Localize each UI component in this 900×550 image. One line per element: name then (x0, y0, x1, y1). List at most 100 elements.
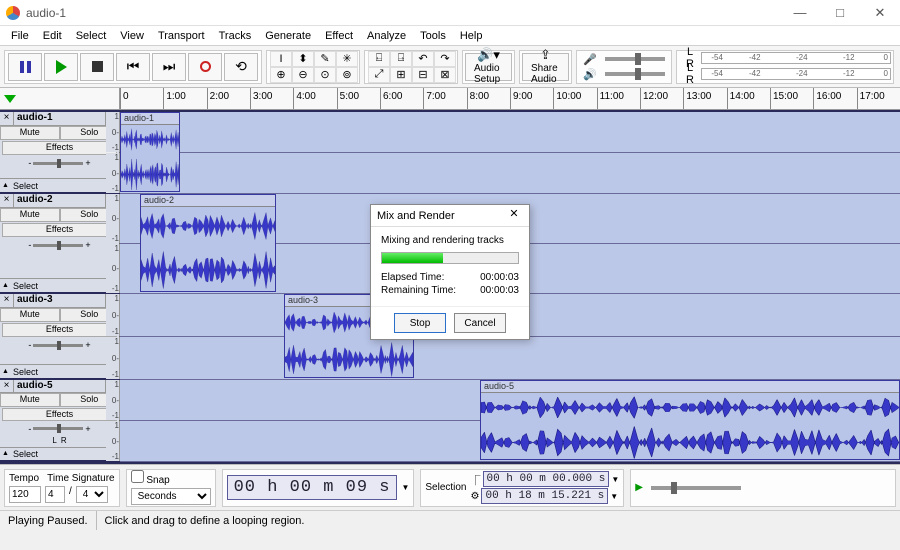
selection-tool-icon[interactable]: I (270, 51, 292, 67)
track-name[interactable]: audio-3 (14, 294, 105, 307)
stop-button[interactable] (80, 53, 114, 81)
track-select-button[interactable]: Select (0, 178, 119, 192)
trim-icon[interactable]: ⍇ (368, 51, 390, 67)
menu-edit[interactable]: Edit (36, 28, 69, 44)
mute-button[interactable]: Mute (0, 308, 60, 322)
mute-button[interactable]: Mute (0, 393, 60, 406)
play-speed-slider[interactable] (651, 486, 741, 490)
menu-transport[interactable]: Transport (151, 28, 212, 44)
mix-render-dialog: Mix and Render ✕ Mixing and rendering tr… (370, 204, 530, 340)
clip-label[interactable]: audio-5 (481, 381, 899, 393)
snap-checkbox[interactable] (131, 470, 144, 483)
tool3-icon[interactable]: ⊟ (412, 67, 434, 83)
snap-unit-select[interactable]: Seconds (131, 488, 211, 505)
close-button[interactable]: ✕ (860, 0, 900, 26)
menu-tools[interactable]: Tools (413, 28, 453, 44)
tool4-icon[interactable]: ⊠ (434, 67, 456, 83)
audio-clip[interactable]: audio-2 (140, 194, 276, 292)
mic-icon[interactable]: 🎤 (579, 53, 601, 66)
track-close-button[interactable]: × (0, 380, 14, 392)
clip-label[interactable]: audio-2 (141, 195, 275, 207)
tempo-input[interactable] (9, 486, 41, 503)
pause-button[interactable] (8, 53, 42, 81)
mute-button[interactable]: Mute (0, 126, 60, 140)
track-name[interactable]: audio-5 (14, 380, 105, 392)
menu-help[interactable]: Help (453, 28, 490, 44)
share-audio-button[interactable]: ⇪Share Audio (522, 53, 569, 81)
mute-button[interactable]: Mute (0, 208, 60, 222)
selection-end-display[interactable]: 00 h 18 m 15.221 s (481, 488, 608, 504)
clip-label[interactable]: audio-1 (121, 113, 179, 125)
elapsed-label: Elapsed Time: (381, 272, 444, 283)
dialog-cancel-button[interactable]: Cancel (454, 313, 506, 333)
record-volume-slider[interactable] (605, 57, 665, 61)
menu-tracks[interactable]: Tracks (212, 28, 259, 44)
selection-start-display[interactable]: 00 h 00 m 00.000 s (483, 471, 610, 487)
ruler-tick: 5:00 (337, 88, 359, 109)
sel-end-icon: ⚙ (471, 491, 480, 502)
track-close-button[interactable]: × (0, 112, 14, 125)
dialog-stop-button[interactable]: Stop (394, 313, 446, 333)
waveform (141, 245, 275, 295)
tool2-icon[interactable]: ⊞ (390, 67, 412, 83)
dialog-close-button[interactable]: ✕ (505, 207, 523, 225)
gain-slider[interactable] (33, 427, 83, 430)
record-button[interactable] (188, 53, 222, 81)
zoom-toggle-icon[interactable]: ⤢ (368, 67, 390, 83)
menu-view[interactable]: View (113, 28, 151, 44)
gain-slider[interactable] (33, 344, 83, 347)
maximize-button[interactable]: □ (820, 0, 860, 26)
record-meter[interactable]: -54-42-24-120 (701, 52, 891, 64)
audio-setup-button[interactable]: 🔊▾Audio Setup (465, 53, 512, 81)
timesig-den-select[interactable]: 4 (76, 486, 108, 503)
window-title: audio-1 (26, 6, 780, 20)
skip-start-button[interactable]: ⏮ (116, 53, 150, 81)
multi-tool-icon[interactable]: ✳ (336, 51, 358, 67)
effects-button[interactable]: Effects (2, 408, 117, 421)
track-waveform-area[interactable]: 10--110--1audio-1 (120, 112, 900, 192)
track-name[interactable]: audio-1 (14, 112, 105, 125)
menu-effect[interactable]: Effect (318, 28, 360, 44)
envelope-tool-icon[interactable]: ⬍ (292, 51, 314, 67)
minimize-button[interactable]: — (780, 0, 820, 26)
draw-tool-icon[interactable]: ✎ (314, 51, 336, 67)
fit-project-icon[interactable]: ⊚ (336, 67, 358, 83)
play-at-speed-icon[interactable]: ▶ (635, 482, 643, 493)
menu-generate[interactable]: Generate (258, 28, 318, 44)
effects-button[interactable]: Effects (2, 323, 117, 337)
fit-selection-icon[interactable]: ⊙ (314, 67, 336, 83)
menu-file[interactable]: File (4, 28, 36, 44)
undo-icon[interactable]: ↶ (412, 51, 434, 67)
audio-clip[interactable]: audio-1 (120, 112, 180, 192)
ruler-tick: 6:00 (380, 88, 402, 109)
track-channel: 10--1 (120, 112, 900, 153)
playback-meter[interactable]: -54-42-24-120 (701, 68, 891, 80)
menu-select[interactable]: Select (69, 28, 114, 44)
track-close-button[interactable]: × (0, 294, 14, 307)
track-select-button[interactable]: Select (0, 278, 119, 292)
effects-button[interactable]: Effects (2, 141, 117, 155)
redo-icon[interactable]: ↷ (434, 51, 456, 67)
silence-icon[interactable]: ⍈ (390, 51, 412, 67)
menu-analyze[interactable]: Analyze (360, 28, 413, 44)
speaker-icon[interactable]: 🔊 (579, 68, 601, 81)
playhead-icon[interactable] (4, 95, 16, 103)
track-close-button[interactable]: × (0, 194, 14, 207)
track-waveform-area[interactable]: 10--110--1audio-5 (120, 380, 900, 460)
track-select-button[interactable]: Select (0, 447, 119, 460)
time-display[interactable]: 00 h 00 m 09 s (227, 475, 398, 500)
track-select-button[interactable]: Select (0, 364, 119, 378)
playback-volume-slider[interactable] (605, 72, 665, 76)
zoom-out-icon[interactable]: ⊖ (292, 67, 314, 83)
zoom-in-icon[interactable]: ⊕ (270, 67, 292, 83)
gain-slider[interactable] (33, 162, 83, 165)
track-name[interactable]: audio-2 (14, 194, 105, 207)
effects-button[interactable]: Effects (2, 223, 117, 237)
loop-button[interactable]: ⟲ (224, 53, 258, 81)
timeline-ruler[interactable]: 01:002:003:004:005:006:007:008:009:0010:… (120, 88, 900, 109)
play-button[interactable] (44, 53, 78, 81)
timesig-num-input[interactable] (45, 486, 65, 503)
gain-slider[interactable] (33, 244, 83, 247)
skip-end-button[interactable]: ⏭ (152, 53, 186, 81)
audio-clip[interactable]: audio-5 (480, 380, 900, 460)
